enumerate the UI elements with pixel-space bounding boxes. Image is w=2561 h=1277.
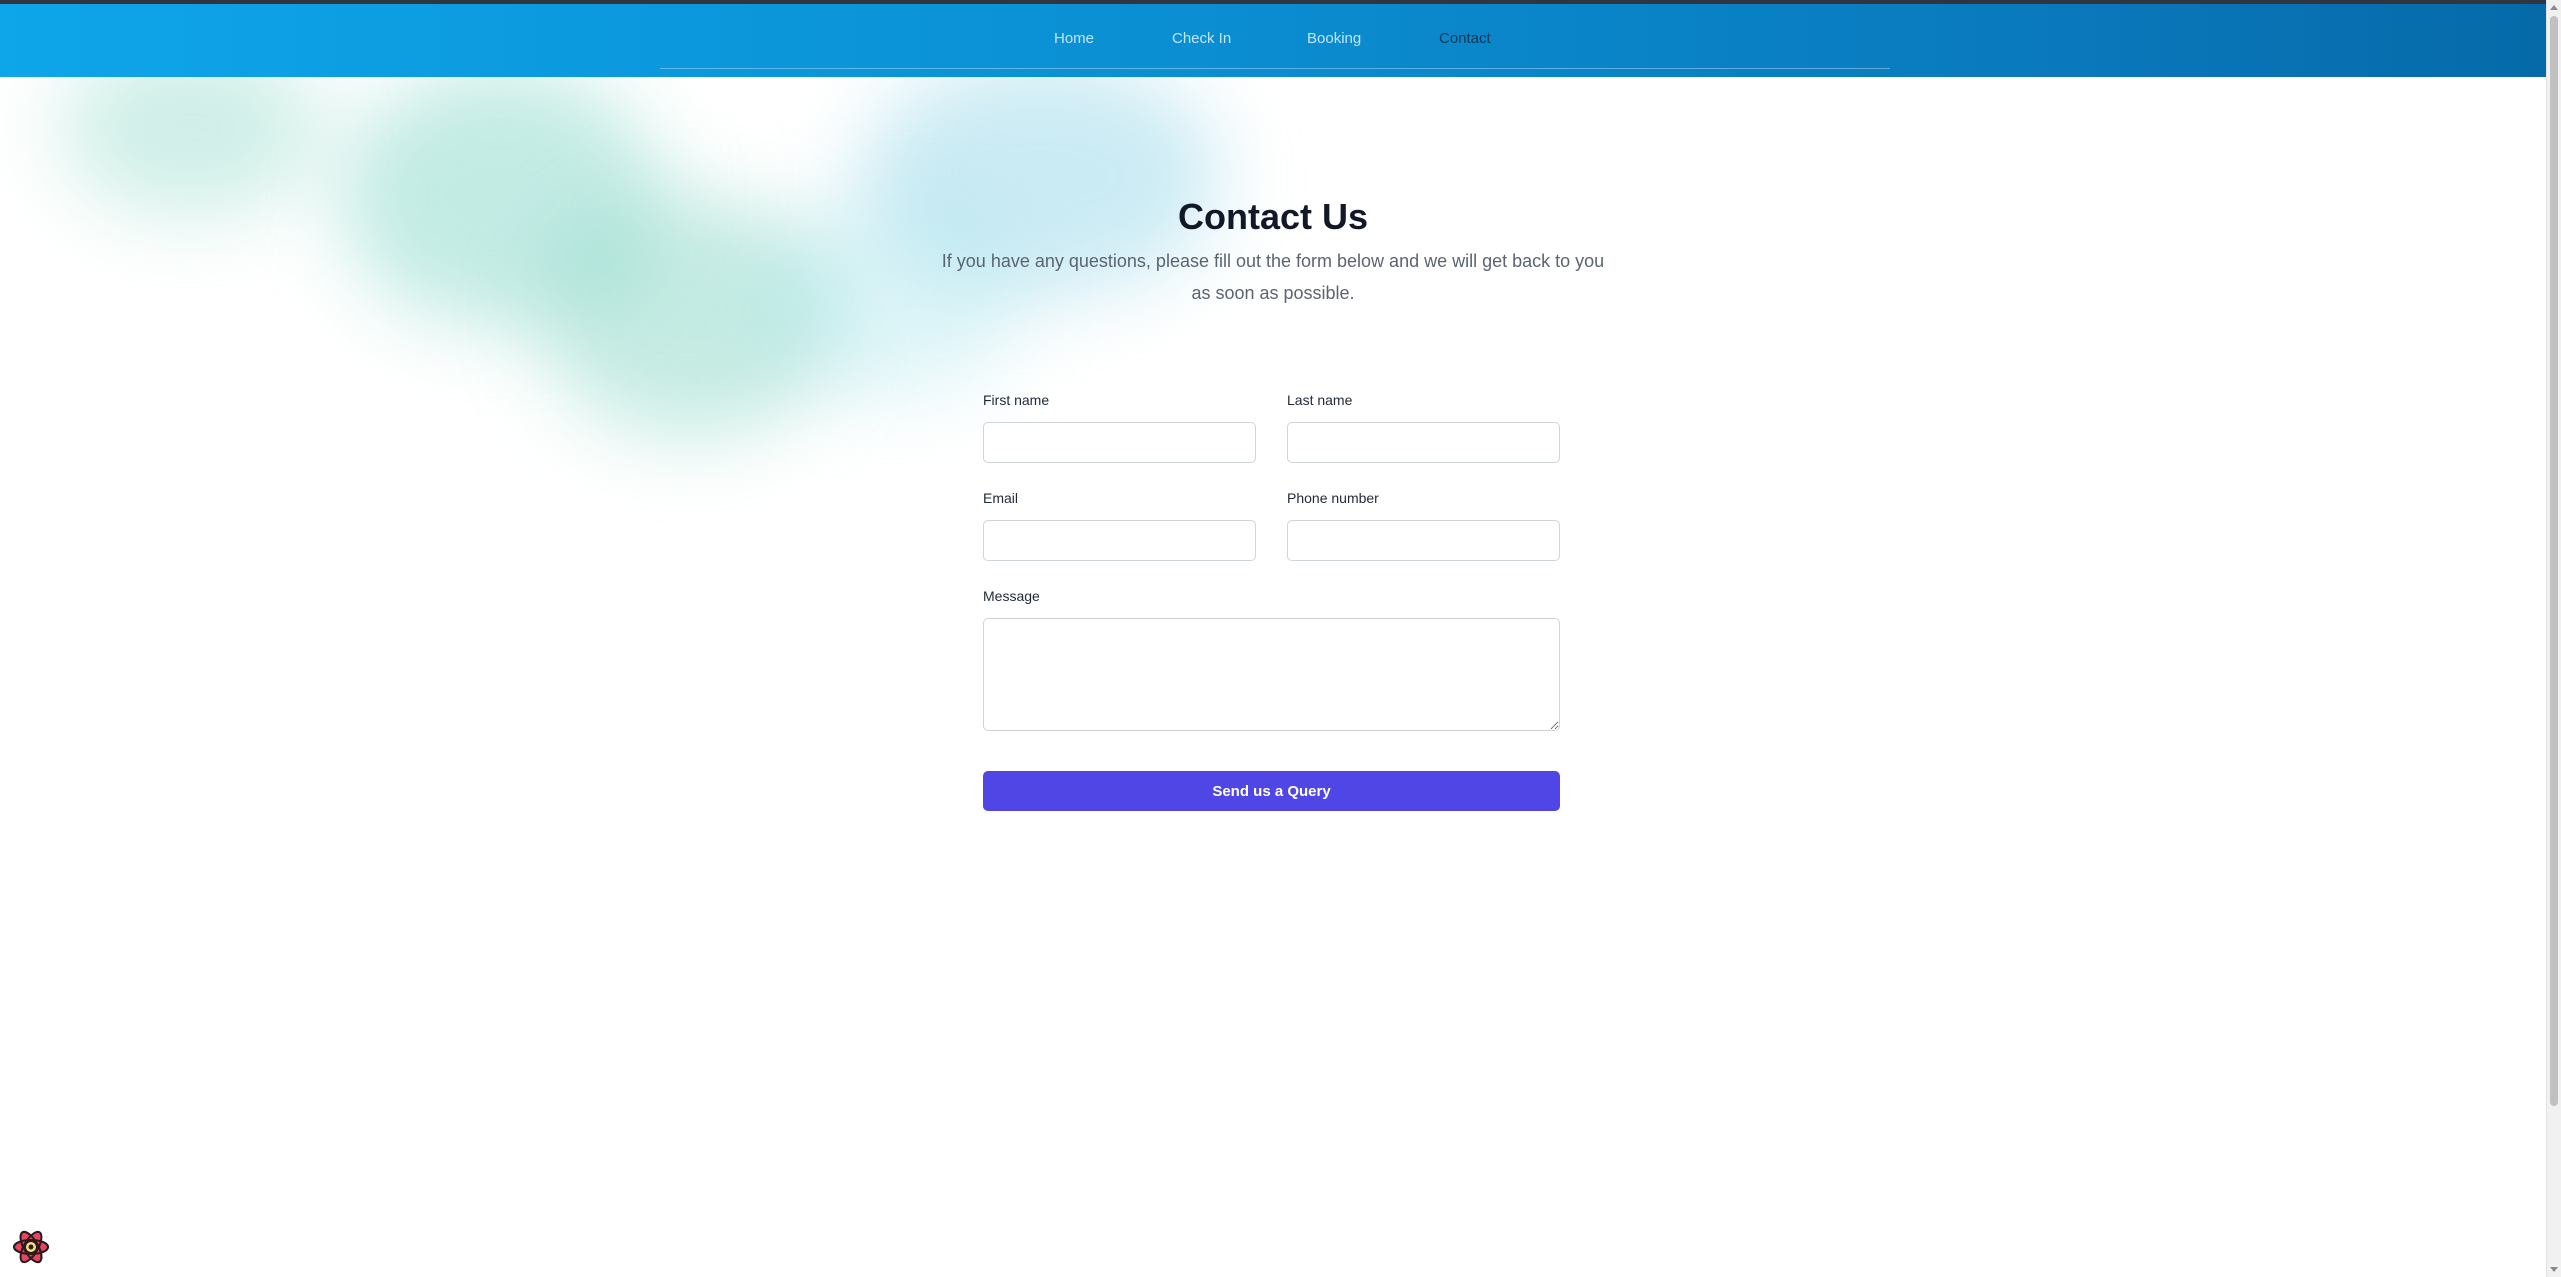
email-input[interactable]: [983, 520, 1256, 561]
nav-links: Home Check In Booking Contact: [0, 4, 2546, 77]
send-query-button[interactable]: Send us a Query: [983, 771, 1560, 811]
scroll-up-arrow-icon[interactable]: [2550, 5, 2558, 10]
page-subtitle: If you have any questions, please fill o…: [941, 251, 1605, 303]
react-devtools-button[interactable]: [10, 1226, 52, 1268]
last-name-input[interactable]: [1287, 422, 1560, 463]
first-name-input[interactable]: [983, 422, 1256, 463]
background-decoration: [0, 77, 1400, 597]
phone-input[interactable]: [1287, 520, 1560, 561]
vertical-scrollbar[interactable]: [2546, 0, 2561, 1277]
scroll-thumb[interactable]: [2550, 16, 2558, 1106]
scroll-down-arrow-icon[interactable]: [2550, 1267, 2558, 1272]
page: Home Check In Booking Contact Contact Us…: [0, 0, 2561, 1277]
message-label: Message: [983, 588, 1040, 604]
page-title: Contact Us: [1177, 196, 1369, 237]
nav-divider: [660, 68, 1890, 69]
message-textarea[interactable]: [983, 618, 1560, 731]
nav-link-check-in[interactable]: Check In: [1172, 30, 1231, 47]
nav-link-booking[interactable]: Booking: [1307, 30, 1361, 47]
nav-link-home[interactable]: Home: [1054, 30, 1094, 47]
navbar: Home Check In Booking Contact: [0, 4, 2546, 77]
react-atom-icon: [13, 1230, 49, 1264]
email-label: Email: [983, 490, 1019, 506]
phone-label: Phone number: [1287, 490, 1379, 506]
first-name-label: First name: [983, 392, 1050, 408]
nav-link-contact[interactable]: Contact: [1439, 30, 1491, 47]
last-name-label: Last name: [1287, 392, 1353, 408]
